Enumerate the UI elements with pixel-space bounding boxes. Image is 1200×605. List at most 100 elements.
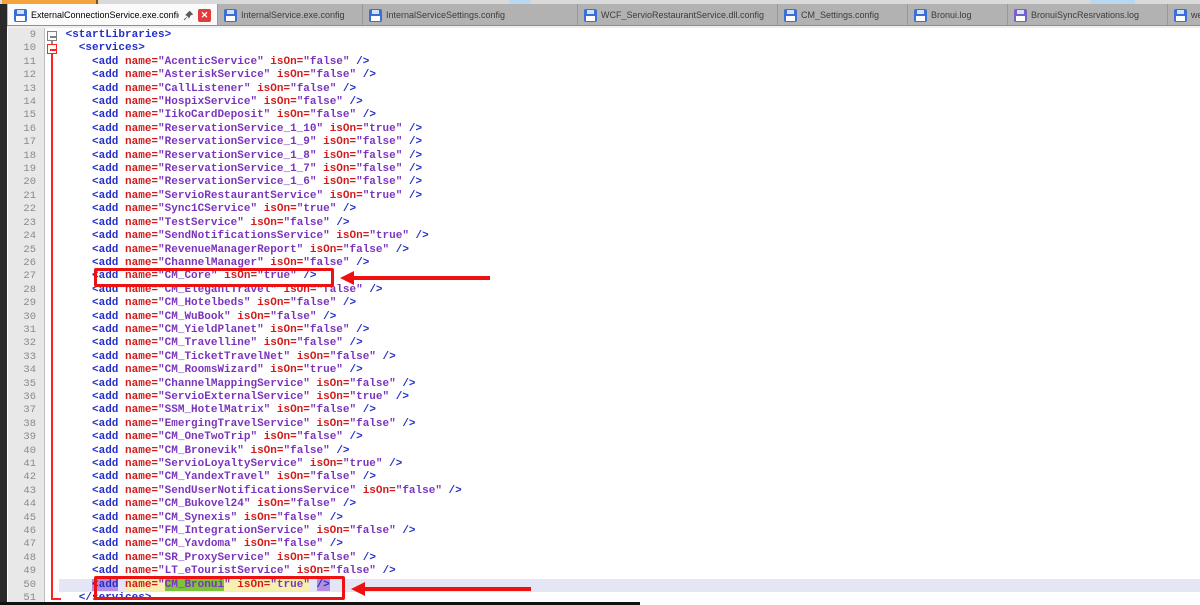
line-number: 19 <box>8 163 43 176</box>
fold-collapse-icon-active[interactable] <box>47 44 57 54</box>
saved-file-icon <box>14 9 27 22</box>
fold-collapse-icon[interactable] <box>47 31 57 41</box>
code-text[interactable]: <add name="SendUserNotificationsService"… <box>59 485 1200 498</box>
code-text[interactable]: <add name="RevenueManagerReport" isOn="f… <box>59 244 1200 257</box>
line-number: 49 <box>8 565 43 578</box>
line-number: 31 <box>8 324 43 337</box>
tab-label: Bronui.log <box>931 10 972 20</box>
tab-bar-divider <box>0 25 1200 28</box>
code-line-40: 40 <add name="CM_Bronevik" isOn="false" … <box>8 445 1200 458</box>
code-text[interactable]: <add name="CM_RoomsWizard" isOn="true" /… <box>59 364 1200 377</box>
cropped-toolbar-strip <box>0 0 1200 4</box>
line-number: 24 <box>8 230 43 243</box>
code-text[interactable]: <add name="CM_YandexTravel" isOn="false"… <box>59 471 1200 484</box>
code-text[interactable]: <add name="CM_TicketTravelNet" isOn="fal… <box>59 351 1200 364</box>
code-text[interactable]: <add name="Sync1CService" isOn="true" /> <box>59 203 1200 216</box>
code-text[interactable]: <add name="IikoCardDeposit" isOn="false"… <box>59 109 1200 122</box>
code-line-42: 42 <add name="CM_YandexTravel" isOn="fal… <box>8 471 1200 484</box>
annotation-box-line-27 <box>94 268 334 287</box>
tab-internalservicesettings-config[interactable]: InternalServiceSettings.config <box>363 4 578 26</box>
code-line-25: 25 <add name="RevenueManagerReport" isOn… <box>8 244 1200 257</box>
code-text[interactable]: <add name="CM_WuBook" isOn="false" /> <box>59 311 1200 324</box>
code-line-41: 41 <add name="ServioLoyaltyService" isOn… <box>8 458 1200 471</box>
tab-label: CM_Settings.config <box>801 10 879 20</box>
close-icon[interactable]: ✕ <box>198 9 211 22</box>
code-text[interactable]: <add name="CM_Travelline" isOn="false" /… <box>59 337 1200 350</box>
tab-wcf-serviorestaurantservice-dll-config[interactable]: WCF_ServioRestaurantService.dll.config <box>578 4 778 26</box>
fold-guide-end <box>51 598 61 600</box>
tab-bronuisyncresrvations-log[interactable]: BronuiSyncResrvations.log <box>1008 4 1168 26</box>
line-number: 27 <box>8 270 43 283</box>
line-number: 42 <box>8 471 43 484</box>
code-text[interactable]: <add name="AsteriskService" isOn="false"… <box>59 69 1200 82</box>
code-text[interactable]: <startLibraries> <box>59 29 1200 42</box>
code-line-13: 13 <add name="CallListener" isOn="false"… <box>8 83 1200 96</box>
code-text[interactable]: <services> <box>59 42 1200 55</box>
tab-label: BronuiSyncResrvations.log <box>1031 10 1139 20</box>
code-line-22: 22 <add name="Sync1CService" isOn="true"… <box>8 203 1200 216</box>
code-line-20: 20 <add name="ReservationService_1_6" is… <box>8 176 1200 189</box>
toolbar-orange-fragment <box>2 0 98 4</box>
pin-icon[interactable] <box>183 10 194 21</box>
code-text[interactable]: <add name="ReservationService_1_10" isOn… <box>59 123 1200 136</box>
code-line-15: 15 <add name="IikoCardDeposit" isOn="fal… <box>8 109 1200 122</box>
line-number: 38 <box>8 418 43 431</box>
line-number: 17 <box>8 136 43 149</box>
code-text[interactable]: <add name="ReservationService_1_8" isOn=… <box>59 150 1200 163</box>
code-text[interactable]: <add name="TestService" isOn="false" /> <box>59 217 1200 230</box>
annotation-arrow-shaft <box>353 276 490 280</box>
code-text[interactable]: <add name="FM_IntegrationService" isOn="… <box>59 525 1200 538</box>
tab-cm-settings-config[interactable]: CM_Settings.config <box>778 4 908 26</box>
saved-file-icon <box>1014 9 1027 22</box>
code-line-19: 19 <add name="ReservationService_1_7" is… <box>8 163 1200 176</box>
toolbar-blue-fragment <box>510 0 530 4</box>
tab-label: InternalService.exe.config <box>241 10 345 20</box>
code-text[interactable]: <add name="SendNotificationsService" isO… <box>59 230 1200 243</box>
code-line-17: 17 <add name="ReservationService_1_9" is… <box>8 136 1200 149</box>
code-text[interactable]: <add name="EmergingTravelService" isOn="… <box>59 418 1200 431</box>
line-number: 32 <box>8 337 43 350</box>
code-text[interactable]: <add name="ServioRestaurantService" isOn… <box>59 190 1200 203</box>
tab-bar: ExternalConnectionService.exe.config ✕ Int… <box>0 4 1200 26</box>
line-number: 23 <box>8 217 43 230</box>
code-text[interactable]: <add name="ReservationService_1_6" isOn=… <box>59 176 1200 189</box>
tab-bronui-log[interactable]: Bronui.log <box>908 4 1008 26</box>
code-text[interactable]: <add name="CM_Yavdoma" isOn="false" /> <box>59 538 1200 551</box>
line-number: 37 <box>8 404 43 417</box>
code-line-30: 30 <add name="CM_WuBook" isOn="false" /> <box>8 311 1200 324</box>
saved-file-icon <box>369 9 382 22</box>
code-text[interactable]: <add name="CM_YieldPlanet" isOn="false" … <box>59 324 1200 337</box>
code-text[interactable]: <add name="CM_Synexis" isOn="false" /> <box>59 512 1200 525</box>
code-line-47: 47 <add name="CM_Yavdoma" isOn="false" /… <box>8 538 1200 551</box>
code-text[interactable]: <add name="CM_OneTwoTrip" isOn="false" /… <box>59 431 1200 444</box>
code-text[interactable]: <add name="SSM_HotelMatrix" isOn="false"… <box>59 404 1200 417</box>
line-number: 34 <box>8 364 43 377</box>
code-text[interactable]: <add name="ServioExternalService" isOn="… <box>59 391 1200 404</box>
tab-internalservice-exe-config[interactable]: InternalService.exe.config <box>218 4 363 26</box>
tab-web-config[interactable]: web.config <box>1168 4 1200 26</box>
code-text[interactable]: <add name="ServioLoyaltyService" isOn="t… <box>59 458 1200 471</box>
saved-file-icon <box>584 9 597 22</box>
editor[interactable]: 9 <startLibraries>10 <services>11 <add n… <box>0 28 1200 605</box>
tab-label: ExternalConnectionService.exe.config <box>31 10 179 20</box>
code-line-39: 39 <add name="CM_OneTwoTrip" isOn="false… <box>8 431 1200 444</box>
code-text[interactable]: <add name="SR_ProxyService" isOn="false"… <box>59 552 1200 565</box>
code-text[interactable]: <add name="CM_Bronevik" isOn="false" /> <box>59 445 1200 458</box>
code-text[interactable]: <add name="AcenticService" isOn="false" … <box>59 56 1200 69</box>
code-text[interactable]: <add name="HospixService" isOn="false" /… <box>59 96 1200 109</box>
line-number: 35 <box>8 378 43 391</box>
code-text[interactable]: <add name="ChannelMappingService" isOn="… <box>59 378 1200 391</box>
code-text[interactable]: <add name="ReservationService_1_7" isOn=… <box>59 163 1200 176</box>
code-line-9: 9 <startLibraries> <box>8 29 1200 42</box>
code-text[interactable]: <add name="CM_Bukovel24" isOn="false" /> <box>59 498 1200 511</box>
code-text[interactable]: <add name="CM_Hotelbeds" isOn="false" /> <box>59 297 1200 310</box>
tab-externalconnectionservice-exe-config[interactable]: ExternalConnectionService.exe.config ✕ <box>8 4 218 26</box>
line-number: 13 <box>8 83 43 96</box>
code-line-18: 18 <add name="ReservationService_1_8" is… <box>8 150 1200 163</box>
code-line-10: 10 <services> <box>8 42 1200 55</box>
line-number: 39 <box>8 431 43 444</box>
code-line-36: 36 <add name="ServioExternalService" isO… <box>8 391 1200 404</box>
code-line-16: 16 <add name="ReservationService_1_10" i… <box>8 123 1200 136</box>
code-text[interactable]: <add name="CallListener" isOn="false" /> <box>59 83 1200 96</box>
code-text[interactable]: <add name="ReservationService_1_9" isOn=… <box>59 136 1200 149</box>
